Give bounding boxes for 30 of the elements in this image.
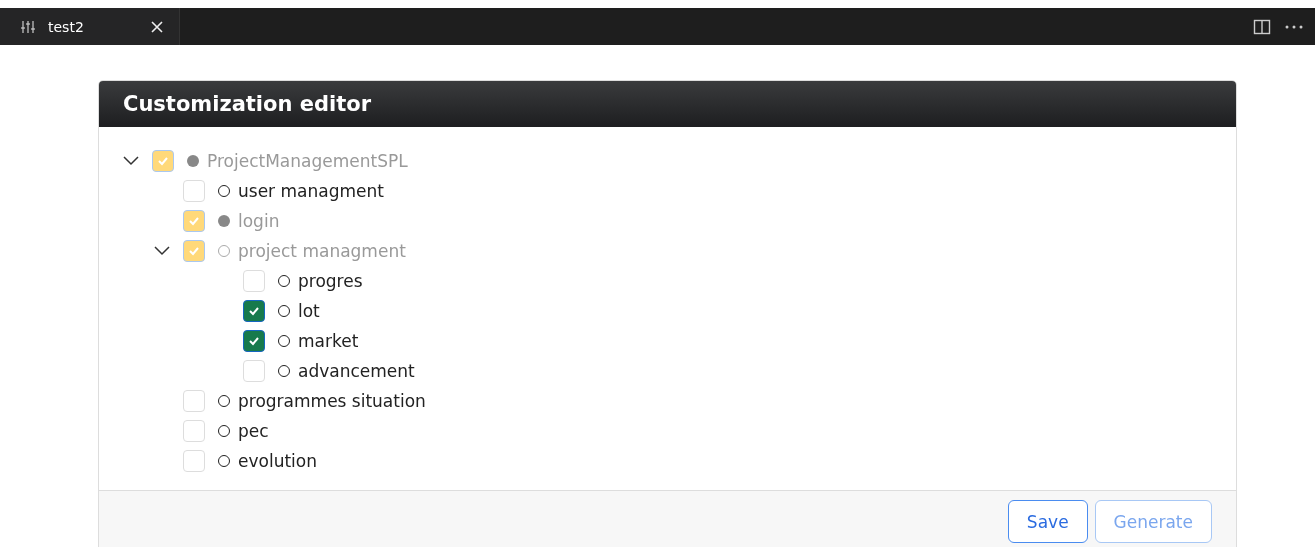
- checkbox[interactable]: [152, 150, 174, 172]
- feature-label: ProjectManagementSPL: [207, 151, 408, 171]
- chevron-icon[interactable]: [154, 246, 170, 256]
- editor-title: Customization editor: [123, 92, 372, 116]
- feature-label: evolution: [238, 451, 317, 471]
- split-editor-icon[interactable]: [1253, 18, 1271, 35]
- check-icon: [188, 246, 200, 256]
- feature-label: project managment: [238, 241, 406, 261]
- checkbox[interactable]: [243, 300, 265, 322]
- checkbox[interactable]: [183, 210, 205, 232]
- check-icon: [248, 306, 260, 316]
- editor-tab[interactable]: test2: [0, 8, 180, 45]
- save-button[interactable]: Save: [1007, 500, 1088, 543]
- close-icon[interactable]: [151, 20, 163, 33]
- chevron-icon[interactable]: [123, 156, 139, 166]
- feature-label: lot: [298, 301, 320, 321]
- feature-label: advancement: [298, 361, 415, 381]
- feature-label: programmes situation: [238, 391, 426, 411]
- sliders-icon: [20, 19, 36, 34]
- feature-label: market: [298, 331, 359, 351]
- more-icon[interactable]: [1285, 24, 1303, 29]
- check-icon: [248, 336, 260, 346]
- feature-label: progres: [298, 271, 363, 291]
- feature-label: login: [238, 211, 280, 231]
- checkbox[interactable]: [183, 240, 205, 262]
- checkbox[interactable]: [243, 330, 265, 352]
- feature-label: user managment: [238, 181, 384, 201]
- check-icon: [157, 156, 169, 166]
- check-icon: [188, 216, 200, 226]
- feature-label: pec: [238, 421, 269, 441]
